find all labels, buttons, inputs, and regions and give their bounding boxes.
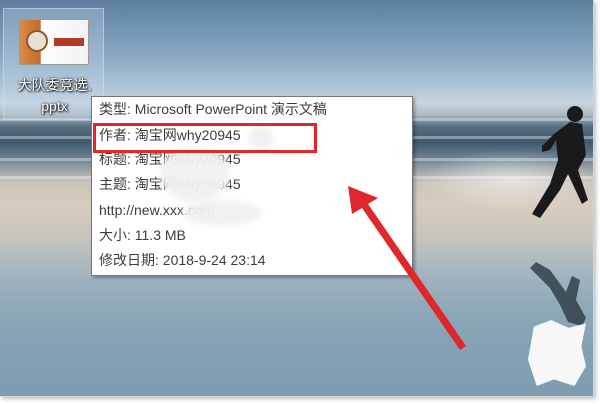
red-arrow-icon [348, 186, 466, 350]
desktop-background: 大队委竞选. pptx 类型: Microsoft PowerPoint 演示文… [0, 0, 594, 397]
